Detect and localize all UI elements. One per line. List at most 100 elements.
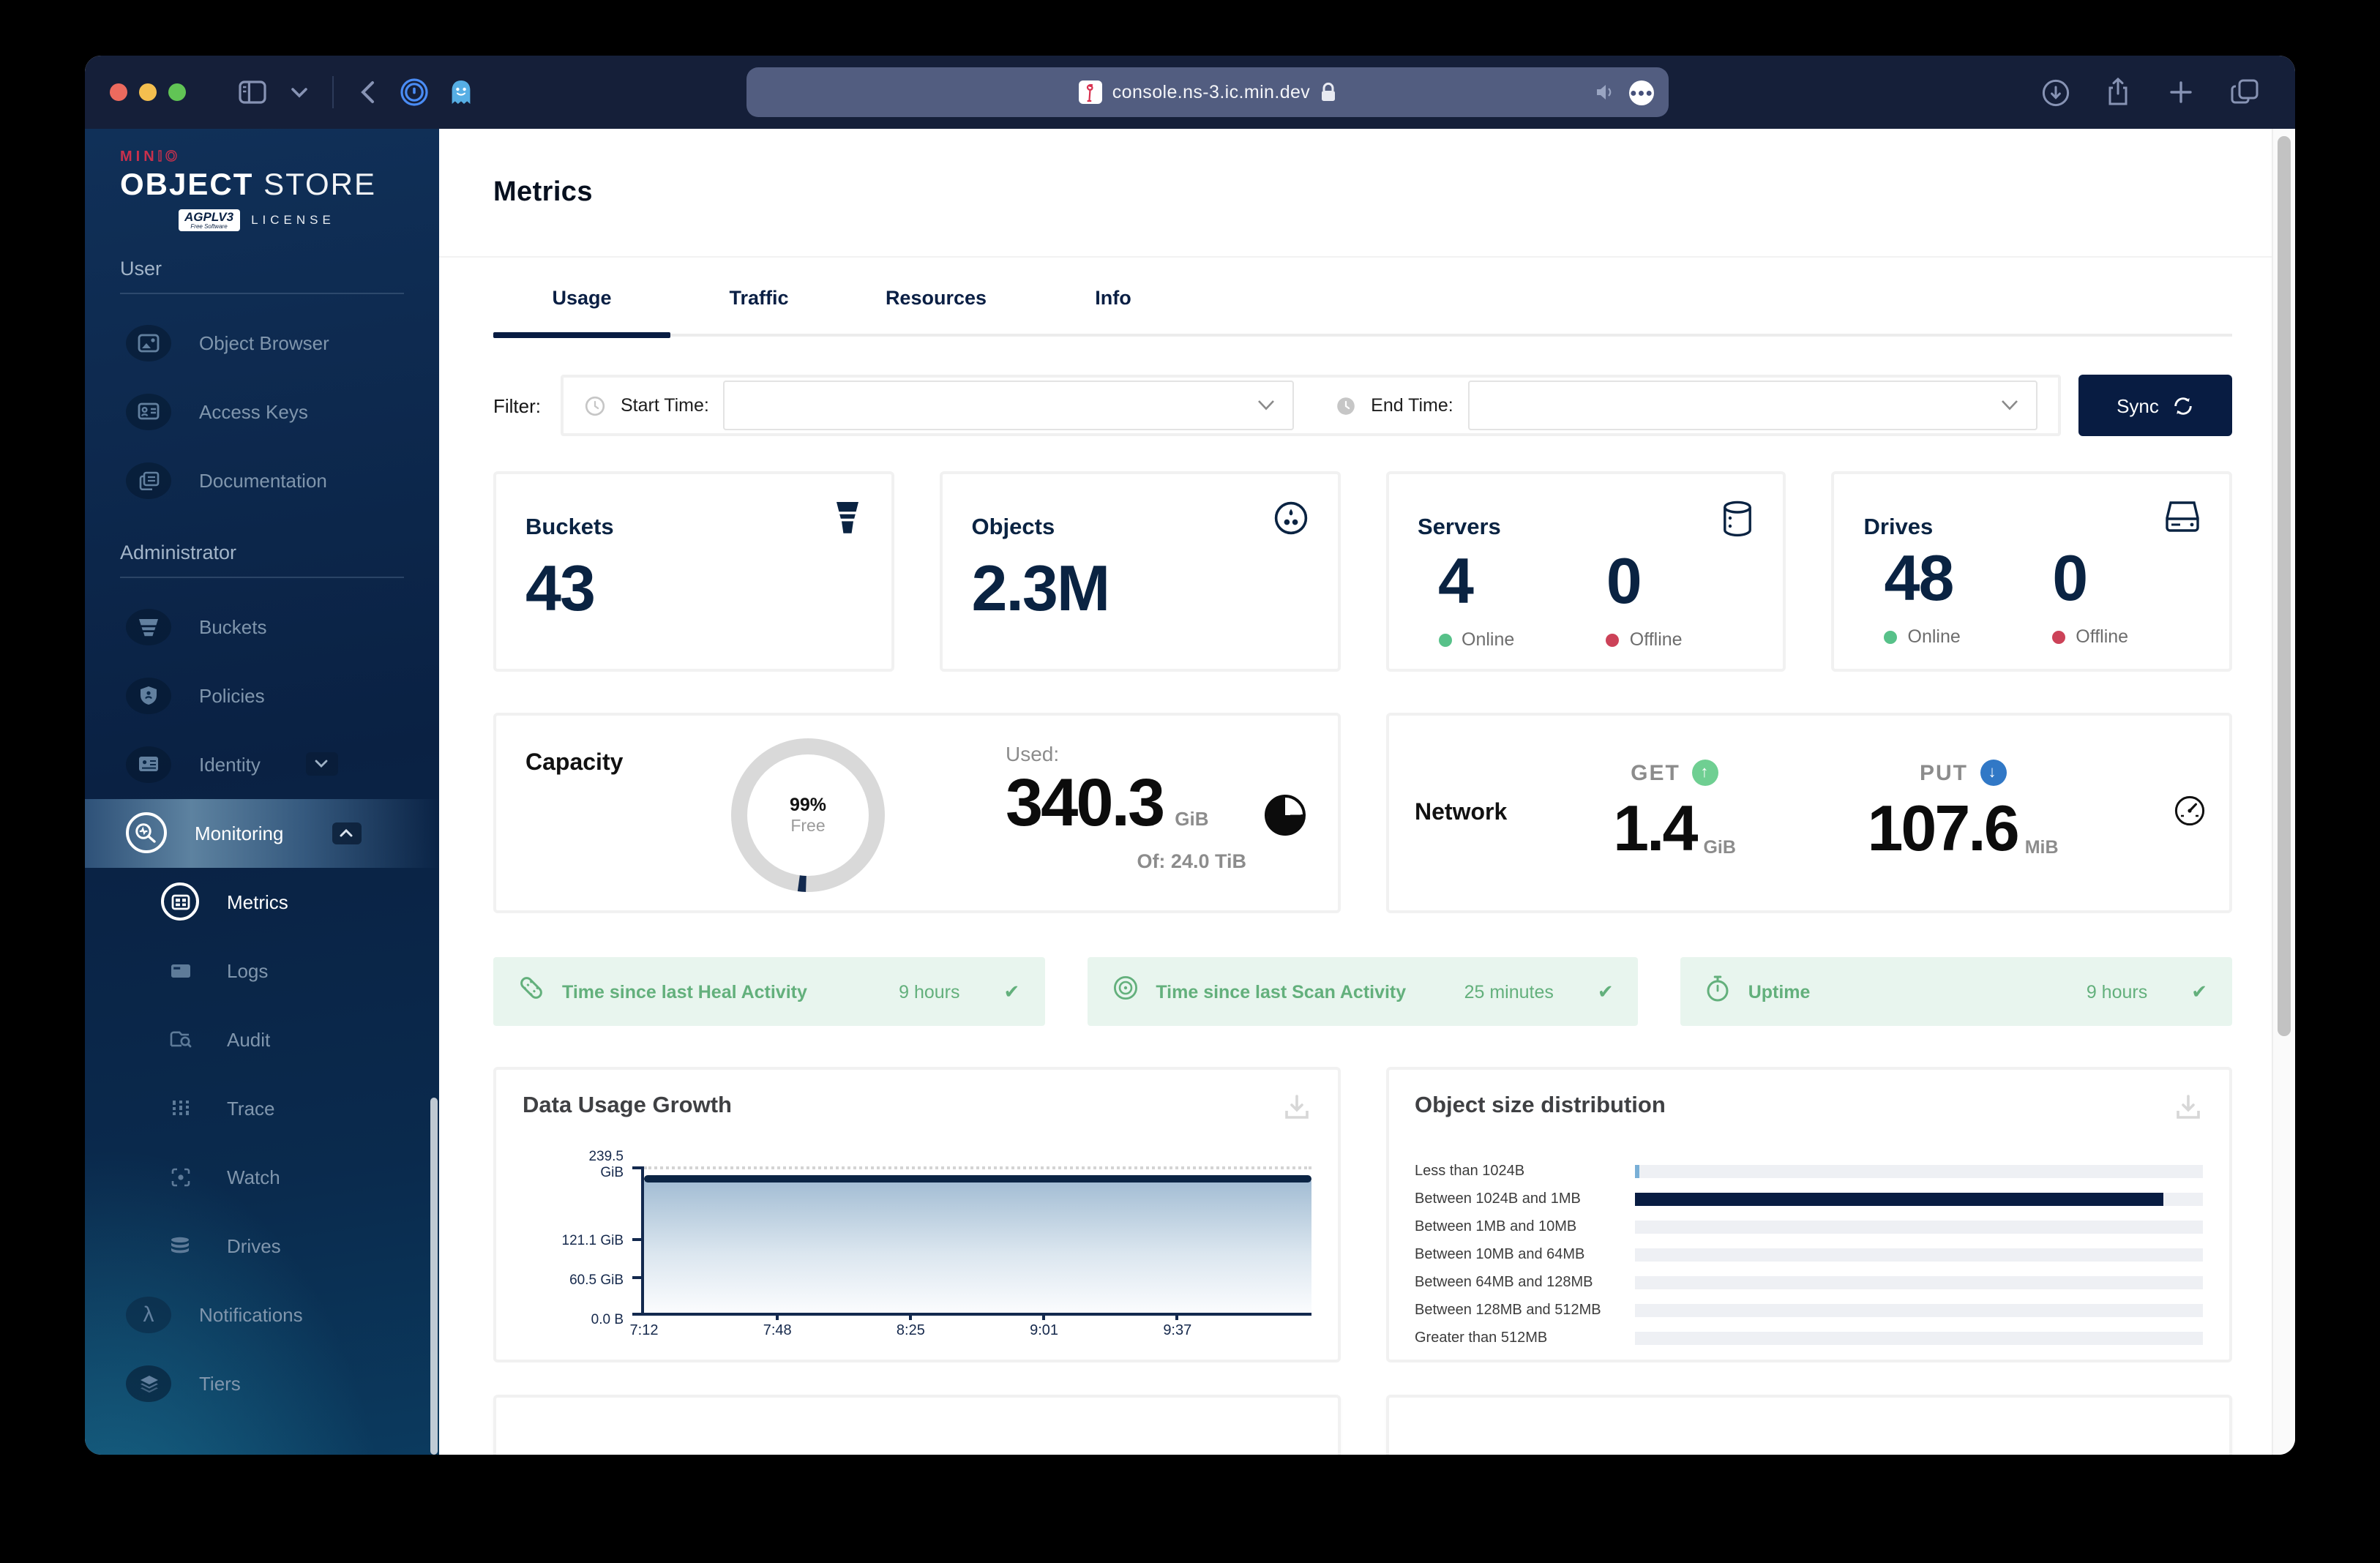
address-bar[interactable]: console.ns-3.ic.min.dev ●●● xyxy=(746,67,1669,117)
offline-dot xyxy=(1606,633,1620,646)
section-user: User xyxy=(120,257,404,293)
dist-bar xyxy=(1634,1193,2163,1206)
sidebar-item-tiers[interactable]: Tiers xyxy=(85,1349,439,1417)
sidebar-item-drives[interactable]: Drives xyxy=(85,1211,439,1280)
buckets-count: 43 xyxy=(525,553,596,625)
close-window-button[interactable] xyxy=(110,83,127,101)
mute-speaker-icon[interactable] xyxy=(1595,83,1616,101)
new-tab-icon[interactable] xyxy=(2162,73,2200,111)
dist-track xyxy=(1634,1193,2203,1206)
main-scrollbar[interactable] xyxy=(2272,129,2295,1455)
audit-icon xyxy=(161,1030,199,1048)
download-chart-icon[interactable] xyxy=(1281,1093,1311,1130)
scan-activity-bar: Time since last Scan Activity 25 minutes… xyxy=(1087,957,1639,1026)
dist-category-label: Between 1024B and 1MB xyxy=(1415,1191,1581,1207)
downloads-icon[interactable] xyxy=(2036,73,2074,111)
minimize-window-button[interactable] xyxy=(139,83,157,101)
sidebar-item-policies[interactable]: Policies xyxy=(85,661,439,730)
tab-usage[interactable]: Usage xyxy=(493,287,670,338)
partial-card xyxy=(493,1395,1340,1455)
monitoring-icon xyxy=(126,812,167,853)
onepassword-extension-icon[interactable] xyxy=(395,73,433,111)
tab-resources[interactable]: Resources xyxy=(847,287,1025,334)
usage-chart: 7:12 7:48 8:25 9:01 9:37 239.5 GiB 121.1 GiB 60… xyxy=(523,1149,1311,1339)
sidebar-item-audit[interactable]: Audit xyxy=(85,1005,439,1073)
sidebar-chevron-down-icon[interactable] xyxy=(280,73,318,111)
x-axis-tick xyxy=(1175,1313,1179,1320)
stopwatch-icon xyxy=(1706,974,1731,1009)
sidebar-item-object-browser[interactable]: Object Browser xyxy=(85,308,439,377)
trace-icon xyxy=(161,1099,199,1117)
tab-overview-icon[interactable] xyxy=(2225,73,2263,111)
end-time-select[interactable] xyxy=(1467,381,2037,430)
bandage-icon xyxy=(518,975,545,1008)
charts-row: Data Usage Growth 7:12 7:48 8:25 9:01 9:37 2… xyxy=(493,1067,2232,1363)
sidebar-item-metrics[interactable]: Metrics xyxy=(85,867,439,936)
online-dot xyxy=(1884,630,1898,643)
logs-icon xyxy=(161,962,199,978)
sidebar-toggle-icon[interactable] xyxy=(233,73,271,111)
usage-area-fill xyxy=(644,1181,1311,1313)
sidebar-item-logs[interactable]: Logs xyxy=(85,936,439,1005)
policies-icon xyxy=(126,677,171,713)
window-controls xyxy=(110,83,198,101)
uptime-bar: Uptime 9 hours ✔ xyxy=(1680,957,2233,1026)
dist-row: Less than 1024B xyxy=(1415,1158,2203,1185)
agpl-badge: AGPLV3 Free Software xyxy=(179,209,240,230)
network-get-value: 1.4 xyxy=(1613,793,1698,865)
scan-target-icon xyxy=(1112,975,1138,1008)
documentation-icon xyxy=(126,462,171,498)
tiers-icon xyxy=(126,1365,171,1401)
sidebar-item-buckets[interactable]: Buckets xyxy=(85,592,439,661)
dist-bar xyxy=(1634,1165,1639,1178)
reader-options-icon[interactable]: ●●● xyxy=(1629,80,1654,105)
object-browser-icon xyxy=(126,324,171,361)
heal-activity-bar: Time since last Heal Activity 9 hours ✔ xyxy=(493,957,1045,1026)
drives-card: Drives 48 Online 0 Offline xyxy=(1831,471,2232,672)
get-up-arrow-icon: ↑ xyxy=(1691,760,1718,786)
sidebar-item-monitoring[interactable]: Monitoring xyxy=(85,798,439,867)
start-time-select[interactable] xyxy=(723,381,1294,430)
dist-track xyxy=(1634,1221,2203,1234)
capacity-free-pct: 99% xyxy=(789,795,827,815)
sidebar-item-watch[interactable]: Watch xyxy=(85,1142,439,1211)
toolbar-divider xyxy=(332,76,334,108)
tls-lock-icon xyxy=(1322,82,1336,101)
x-axis-label: 7:12 xyxy=(629,1323,659,1339)
network-card: Network GET ↑ 1.4 GiB PUT ↓ 107.6 MiB xyxy=(1385,713,2232,913)
end-time-clock-icon xyxy=(1334,394,1356,416)
sidebar-item-trace[interactable]: Trace xyxy=(85,1073,439,1142)
sidebar-item-notifications[interactable]: λ Notifications xyxy=(85,1280,439,1349)
capacity-used-value: 340.3 xyxy=(1006,764,1165,840)
share-icon[interactable] xyxy=(2099,73,2137,111)
servers-offline-count: 0 xyxy=(1606,546,1642,618)
notifications-icon: λ xyxy=(126,1296,171,1333)
check-icon: ✔ xyxy=(1597,980,1614,1002)
objects-count: 2.3M xyxy=(971,553,1111,625)
dist-row: Between 1MB and 10MB xyxy=(1415,1213,2203,1241)
sidebar-item-access-keys[interactable]: Access Keys xyxy=(85,377,439,446)
zoom-window-button[interactable] xyxy=(168,83,186,101)
tab-info[interactable]: Info xyxy=(1025,287,1202,334)
servers-online-count: 4 xyxy=(1438,546,1474,618)
sidebar-scrollbar[interactable] xyxy=(430,1098,438,1455)
identity-expand-chevron[interactable] xyxy=(305,752,338,776)
sync-button[interactable]: Sync xyxy=(2078,375,2232,436)
servers-card: Servers 4 Online 0 Offline xyxy=(1385,471,1786,672)
download-chart-icon[interactable] xyxy=(2174,1093,2203,1130)
desktop: console.ns-3.ic.min.dev ●●● MINIO OBJECT… xyxy=(0,0,2380,1563)
ghostery-extension-icon[interactable] xyxy=(442,73,480,111)
monitoring-collapse-chevron[interactable] xyxy=(332,822,362,844)
sidebar-item-identity[interactable]: Identity xyxy=(85,730,439,798)
object-size-distribution-chart: Less than 1024B Between 1024B and 1MB Betw… xyxy=(1415,1158,2203,1352)
tab-traffic[interactable]: Traffic xyxy=(670,287,847,334)
site-favicon xyxy=(1078,80,1102,104)
objects-card: Objects 2.3M xyxy=(939,471,1340,672)
scrollbar-thumb[interactable] xyxy=(2278,136,2291,1036)
speedometer-icon xyxy=(2174,795,2206,834)
capacity-total: Of: 24.0 TiB xyxy=(1137,850,1246,872)
sidebar-item-documentation[interactable]: Documentation xyxy=(85,446,439,514)
usage-series-line xyxy=(644,1175,1311,1183)
back-button[interactable] xyxy=(348,73,386,111)
stats-row: Buckets 43 Objects 2.3M Servers 4 Online… xyxy=(493,471,2232,672)
